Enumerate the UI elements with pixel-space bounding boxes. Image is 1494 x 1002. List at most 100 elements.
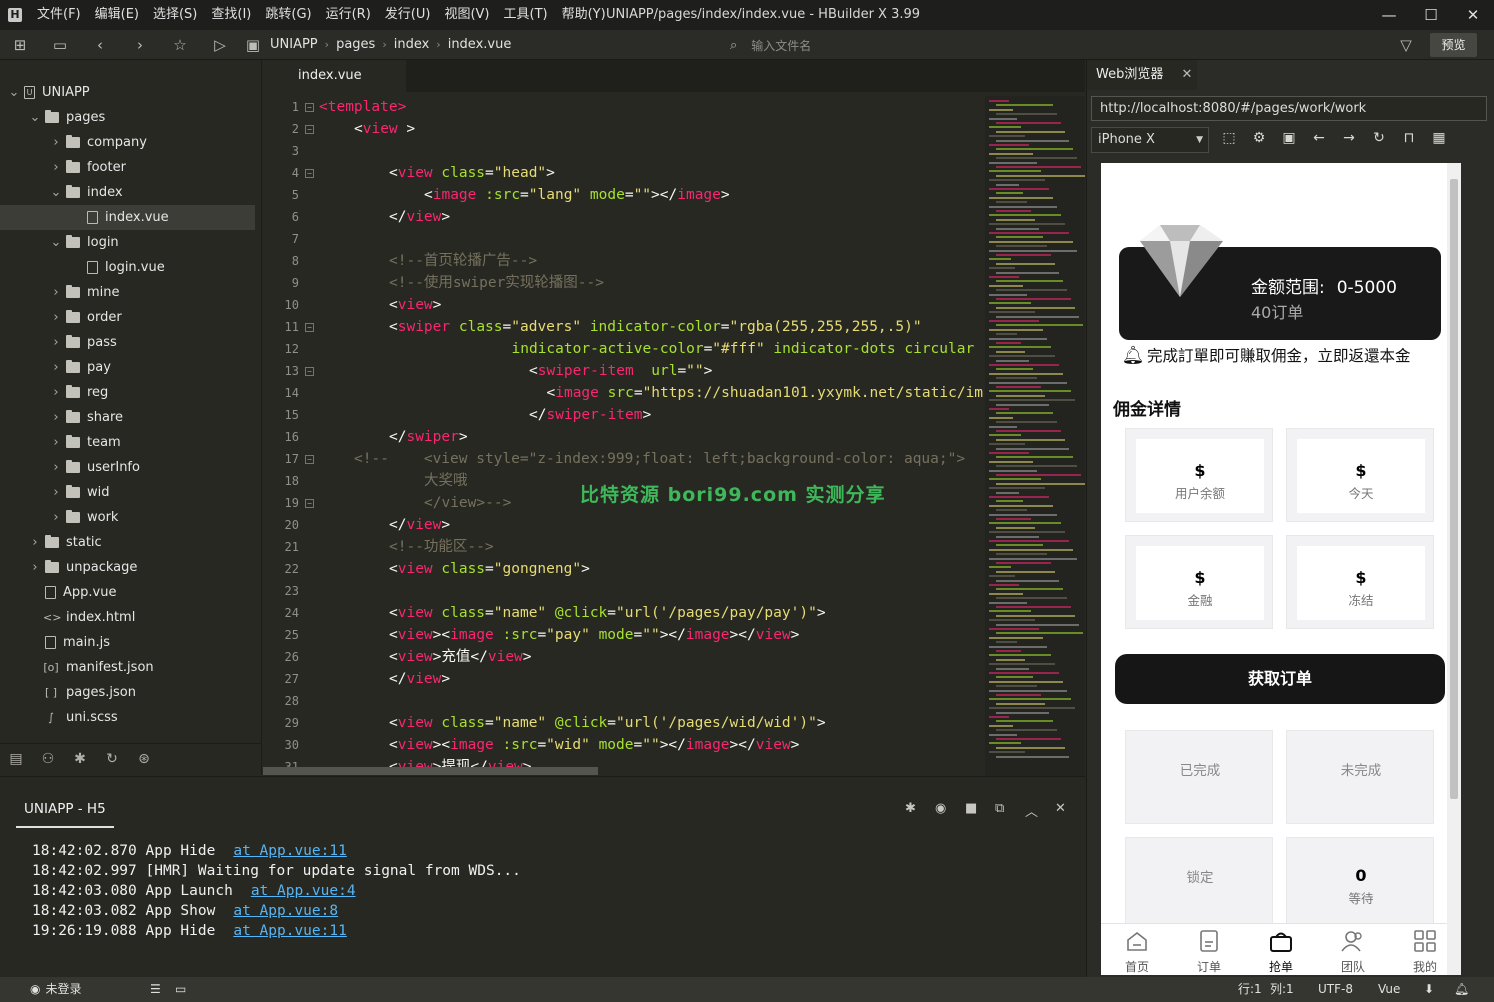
forward-arrow-icon[interactable]: →: [1337, 130, 1361, 146]
tree-item-wid[interactable]: › wid: [0, 480, 255, 505]
back-arrow-icon[interactable]: ←: [1307, 130, 1331, 146]
file-search[interactable]: ⌕ 输入文件名: [730, 30, 811, 60]
breadcrumb-item[interactable]: index: [390, 37, 434, 52]
phone-scrollbar-thumb[interactable]: [1450, 179, 1458, 799]
tree-item-share[interactable]: › share: [0, 405, 255, 430]
cloud-icon[interactable]: ⊛: [128, 751, 160, 767]
tree-item-pass[interactable]: › pass: [0, 330, 255, 355]
plugin-icon[interactable]: ⚇: [32, 751, 64, 767]
tree-item-pay[interactable]: › pay: [0, 355, 255, 380]
close-icon[interactable]: ✕: [1450, 0, 1494, 30]
menu-item[interactable]: 编辑(E): [88, 0, 146, 30]
console-tab[interactable]: UNIAPP - H5: [16, 793, 114, 828]
tree-item-index[interactable]: ⌄ index: [0, 180, 255, 205]
terminal-icon[interactable]: ▭: [175, 977, 186, 1002]
maximize-icon[interactable]: ☐: [1408, 0, 1454, 30]
star-icon[interactable]: ☆: [160, 30, 200, 60]
tree-item-login[interactable]: ⌄ login: [0, 230, 255, 255]
nav-item[interactable]: 订单: [1173, 924, 1245, 975]
minimize-icon[interactable]: —: [1366, 0, 1412, 30]
order-status-card[interactable]: 未完成: [1286, 730, 1434, 824]
tab-index-vue[interactable]: index.vue: [263, 60, 406, 92]
fold-toggle-icon[interactable]: −: [305, 103, 314, 112]
log-source-link[interactable]: at App.vue:11: [233, 843, 347, 859]
tree-item-app-vue[interactable]: App.vue: [0, 580, 255, 605]
tree-item-pages[interactable]: ⌄ pages: [0, 105, 255, 130]
tree-item-manifest-json[interactable]: [o] manifest.json: [0, 655, 255, 680]
chevron-right-icon[interactable]: ›: [50, 460, 62, 475]
log-source-link[interactable]: at App.vue:4: [251, 883, 356, 899]
chevron-right-icon[interactable]: ›: [50, 510, 62, 525]
refresh-icon[interactable]: ↻: [1367, 130, 1391, 146]
clear-icon[interactable]: ✕: [1055, 801, 1066, 816]
nav-item[interactable]: 团队: [1317, 924, 1389, 975]
encoding[interactable]: UTF-8: [1318, 977, 1353, 1002]
tree-item-company[interactable]: › company: [0, 130, 255, 155]
fold-toggle-icon[interactable]: −: [305, 169, 314, 178]
run-icon[interactable]: ▷: [200, 30, 240, 60]
tree-item-pages-json[interactable]: [ ] pages.json: [0, 680, 255, 705]
collapse-icon[interactable]: ︿: [1025, 801, 1038, 820]
tree-item-footer[interactable]: › footer: [0, 155, 255, 180]
qrcode-icon[interactable]: ▦: [1427, 130, 1451, 146]
fold-toggle-icon[interactable]: −: [305, 125, 314, 134]
order-status-card[interactable]: 0 等待: [1286, 837, 1434, 931]
tree-item-team[interactable]: › team: [0, 430, 255, 455]
download-icon[interactable]: ⬇: [1424, 977, 1434, 1002]
chevron-right-icon[interactable]: ›: [50, 410, 62, 425]
rotate-icon[interactable]: ⬚: [1217, 130, 1241, 146]
horizontal-scrollbar[interactable]: [263, 767, 598, 775]
chevron-right-icon[interactable]: ›: [50, 160, 62, 175]
menu-item[interactable]: 选择(S): [146, 0, 204, 30]
code-area[interactable]: 1− <template> 2− <view >3 4− <view class="hea…: [263, 96, 985, 768]
tree-item-static[interactable]: › static: [0, 530, 255, 555]
chevron-right-icon[interactable]: ›: [50, 385, 62, 400]
tree-item-uni-scss[interactable]: ∫ uni.scss: [0, 705, 255, 730]
menu-item[interactable]: 发行(U): [378, 0, 438, 30]
login-status[interactable]: ◉ 未登录: [30, 977, 82, 1002]
chevron-right-icon[interactable]: ›: [50, 285, 62, 300]
menu-item[interactable]: 工具(T): [497, 0, 555, 30]
new-file-icon[interactable]: ⊞: [0, 30, 40, 60]
fold-toggle-icon[interactable]: −: [305, 323, 314, 332]
chevron-right-icon[interactable]: ›: [29, 560, 41, 575]
lock-icon[interactable]: ⊓: [1397, 130, 1421, 146]
minimap[interactable]: [985, 96, 1085, 776]
fold-toggle-icon[interactable]: −: [305, 367, 314, 376]
browser-tab[interactable]: Web浏览器 ✕: [1087, 60, 1197, 90]
chevron-right-icon[interactable]: ›: [50, 485, 62, 500]
order-status-card[interactable]: 已完成: [1125, 730, 1273, 824]
debug-icon[interactable]: ✱: [64, 751, 96, 767]
settings-icon[interactable]: ⚙: [1247, 130, 1271, 146]
devtools-icon[interactable]: ▣: [1277, 130, 1301, 146]
chevron-down-icon[interactable]: ⌄: [50, 235, 62, 250]
chevron-down-icon[interactable]: ⌄: [8, 85, 20, 100]
tree-item-index-html[interactable]: <> index.html: [0, 605, 255, 630]
chevron-down-icon[interactable]: ⌄: [50, 185, 62, 200]
debug-icon[interactable]: ✱: [905, 801, 916, 816]
forward-icon[interactable]: ›: [120, 30, 160, 60]
tree-item-mine[interactable]: › mine: [0, 280, 255, 305]
fold-toggle-icon[interactable]: −: [305, 455, 314, 464]
tree-item-work[interactable]: › work: [0, 505, 255, 530]
tree-item-login-vue[interactable]: login.vue: [0, 255, 255, 280]
breadcrumb-item[interactable]: UNIAPP: [266, 37, 322, 52]
restart-icon[interactable]: ◉: [935, 801, 946, 816]
tree-item-uniapp[interactable]: ⌄ U UNIAPP: [0, 80, 255, 105]
preview-button[interactable]: 预览: [1430, 33, 1477, 57]
chevron-down-icon[interactable]: ⌄: [29, 110, 41, 125]
chevron-right-icon[interactable]: ›: [50, 360, 62, 375]
chevron-right-icon[interactable]: ›: [50, 135, 62, 150]
language-mode[interactable]: Vue: [1378, 977, 1400, 1002]
explorer-icon[interactable]: ▤: [0, 751, 32, 767]
fold-toggle-icon[interactable]: −: [305, 499, 314, 508]
order-status-card[interactable]: 锁定: [1125, 837, 1273, 931]
notification-icon[interactable]: 🔔︎: [1454, 977, 1469, 1002]
chevron-right-icon[interactable]: ›: [50, 435, 62, 450]
tree-item-main-js[interactable]: main.js: [0, 630, 255, 655]
log-source-link[interactable]: at App.vue:11: [233, 923, 347, 939]
open-external-icon[interactable]: ⧉: [995, 801, 1004, 816]
tree-item-unpackage[interactable]: › unpackage: [0, 555, 255, 580]
nav-item[interactable]: 首页: [1101, 924, 1173, 975]
breadcrumb-item[interactable]: index.vue: [444, 37, 516, 52]
